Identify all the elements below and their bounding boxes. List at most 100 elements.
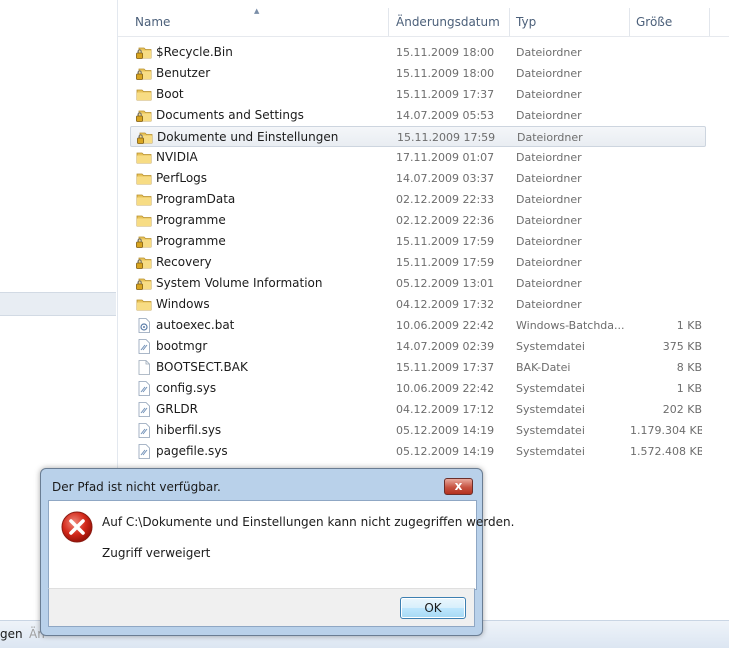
file-row[interactable]: BOOTSECT.BAK 15.11.2009 17:37 BAK-Datei 8 K… [130, 357, 706, 378]
file-date: 05.12.2009 14:19 [396, 445, 495, 458]
file-row[interactable]: Documents and Settings 14.07.2009 05:53 Da… [130, 105, 706, 126]
file-row[interactable]: hiberfil.sys 05.12.2009 14:19 Systemdatei 1… [130, 420, 706, 441]
column-header-size[interactable]: Größe [630, 8, 710, 36]
file-name: autoexec.bat [156, 318, 235, 332]
file-size [630, 189, 702, 210]
error-dialog: Der Pfad ist nicht verfügbar. x Auf C:\D… [40, 468, 514, 636]
folder-icon [136, 87, 152, 102]
status-text: gen [0, 627, 23, 641]
file-name: Programme [156, 234, 226, 248]
file-row[interactable]: Dokumente und Einstellungen 15.11.2009 17… [130, 126, 706, 147]
file-date: 14.07.2009 02:39 [396, 340, 495, 353]
file-row[interactable]: Boot 15.11.2009 17:37 Dateiordner [130, 84, 706, 105]
dialog-close-button[interactable]: x [444, 478, 473, 495]
file-name: Documents and Settings [156, 108, 304, 122]
file-name: $Recycle.Bin [156, 45, 233, 59]
file-type: Dateiordner [516, 214, 582, 227]
file-name: System Volume Information [156, 276, 323, 290]
file-size: 1 KB [676, 319, 702, 332]
file-size [630, 231, 702, 252]
file-name: Windows [156, 297, 210, 311]
file-size [630, 252, 702, 273]
file-size [630, 105, 702, 126]
file-row[interactable]: Programme 15.11.2009 17:59 Dateiordner [130, 231, 706, 252]
file-row[interactable]: Benutzer 15.11.2009 18:00 Dateiordner [130, 63, 706, 84]
file-row[interactable]: pagefile.sys 05.12.2009 14:19 Systemdatei 1… [130, 441, 706, 462]
dialog-message: Auf C:\Dokumente und Einstellungen kann … [102, 515, 515, 529]
file-row[interactable]: System Volume Information 05.12.2009 13:0… [130, 273, 706, 294]
file-row[interactable]: bootmgr 14.07.2009 02:39 Systemdatei 375 KB [130, 336, 706, 357]
file-size [630, 63, 702, 84]
file-date: 02.12.2009 22:36 [396, 214, 495, 227]
file-date: 10.06.2009 22:42 [396, 382, 495, 395]
file-type: Systemdatei [516, 403, 585, 416]
file-size [631, 127, 703, 148]
locked-folder-icon [136, 255, 152, 270]
file-date: 15.11.2009 17:37 [396, 88, 495, 101]
file-size [630, 168, 702, 189]
dialog-title: Der Pfad ist nicht verfügbar. [52, 480, 221, 494]
file-size [630, 210, 702, 231]
file-type: Dateiordner [516, 193, 582, 206]
close-icon: x [454, 479, 463, 493]
folder-icon [136, 150, 152, 165]
system-file-icon [136, 444, 152, 459]
dialog-footer: OK [48, 588, 475, 627]
system-file-icon [136, 339, 152, 354]
file-type: Systemdatei [516, 382, 585, 395]
file-type: Dateiordner [516, 151, 582, 164]
locked-folder-icon [136, 108, 152, 123]
blank-file-icon [136, 360, 152, 375]
file-type: Dateiordner [516, 172, 582, 185]
system-file-icon [136, 402, 152, 417]
file-type: Dateiordner [516, 109, 582, 122]
file-row[interactable]: autoexec.bat 10.06.2009 22:42 Windows-Batc… [130, 315, 706, 336]
file-name: hiberfil.sys [156, 423, 222, 437]
file-row[interactable]: Windows 04.12.2009 17:32 Dateiordner [130, 294, 706, 315]
file-row[interactable]: Recovery 15.11.2009 17:59 Dateiordner [130, 252, 706, 273]
file-name: BOOTSECT.BAK [156, 360, 248, 374]
file-name: ProgramData [156, 192, 236, 206]
file-size: 1.179.304 KB [630, 424, 702, 437]
file-row[interactable]: ProgramData 02.12.2009 22:33 Dateiordner [130, 189, 706, 210]
file-date: 10.06.2009 22:42 [396, 319, 495, 332]
sort-ascending-icon: ▲ [254, 7, 260, 15]
file-name: NVIDIA [156, 150, 198, 164]
file-size: 8 KB [676, 361, 702, 374]
file-size [630, 42, 702, 63]
file-row[interactable]: Programme 02.12.2009 22:36 Dateiordner [130, 210, 706, 231]
file-row[interactable]: config.sys 10.06.2009 22:42 Systemdatei 1 K… [130, 378, 706, 399]
file-date: 15.11.2009 17:37 [396, 361, 495, 374]
file-type: Dateiordner [516, 88, 582, 101]
file-name: GRLDR [156, 402, 198, 416]
dialog-detail: Zugriff verweigert [102, 546, 211, 560]
file-type: Systemdatei [516, 424, 585, 437]
file-row[interactable]: PerfLogs 14.07.2009 03:37 Dateiordner [130, 168, 706, 189]
file-type: Dateiordner [516, 256, 582, 269]
column-header-date[interactable]: Änderungsdatum [390, 8, 510, 36]
file-size [630, 147, 702, 168]
file-name: config.sys [156, 381, 217, 395]
navigation-selected-item[interactable] [0, 292, 116, 316]
file-date: 17.11.2009 01:07 [396, 151, 495, 164]
file-name: Benutzer [156, 66, 211, 80]
file-size: 1 KB [676, 382, 702, 395]
file-type: Dateiordner [516, 67, 582, 80]
file-date: 05.12.2009 14:19 [396, 424, 495, 437]
ok-button[interactable]: OK [400, 597, 466, 619]
file-name: Programme [156, 213, 226, 227]
file-date: 15.11.2009 17:59 [396, 235, 495, 248]
file-type: Dateiordner [516, 235, 582, 248]
folder-icon [136, 213, 152, 228]
system-file-icon [136, 381, 152, 396]
file-date: 04.12.2009 17:12 [396, 403, 495, 416]
column-header-type[interactable]: Typ [510, 8, 630, 36]
file-type: Dateiordner [516, 46, 582, 59]
file-date: 14.07.2009 05:53 [396, 109, 495, 122]
file-date: 14.07.2009 03:37 [396, 172, 495, 185]
file-row[interactable]: GRLDR 04.12.2009 17:12 Systemdatei 202 KB [130, 399, 706, 420]
error-icon [61, 511, 93, 543]
file-type: Windows-Batchda... [516, 319, 625, 332]
file-row[interactable]: NVIDIA 17.11.2009 01:07 Dateiordner [130, 147, 706, 168]
file-row[interactable]: $Recycle.Bin 15.11.2009 18:00 Dateiordner [130, 42, 706, 63]
